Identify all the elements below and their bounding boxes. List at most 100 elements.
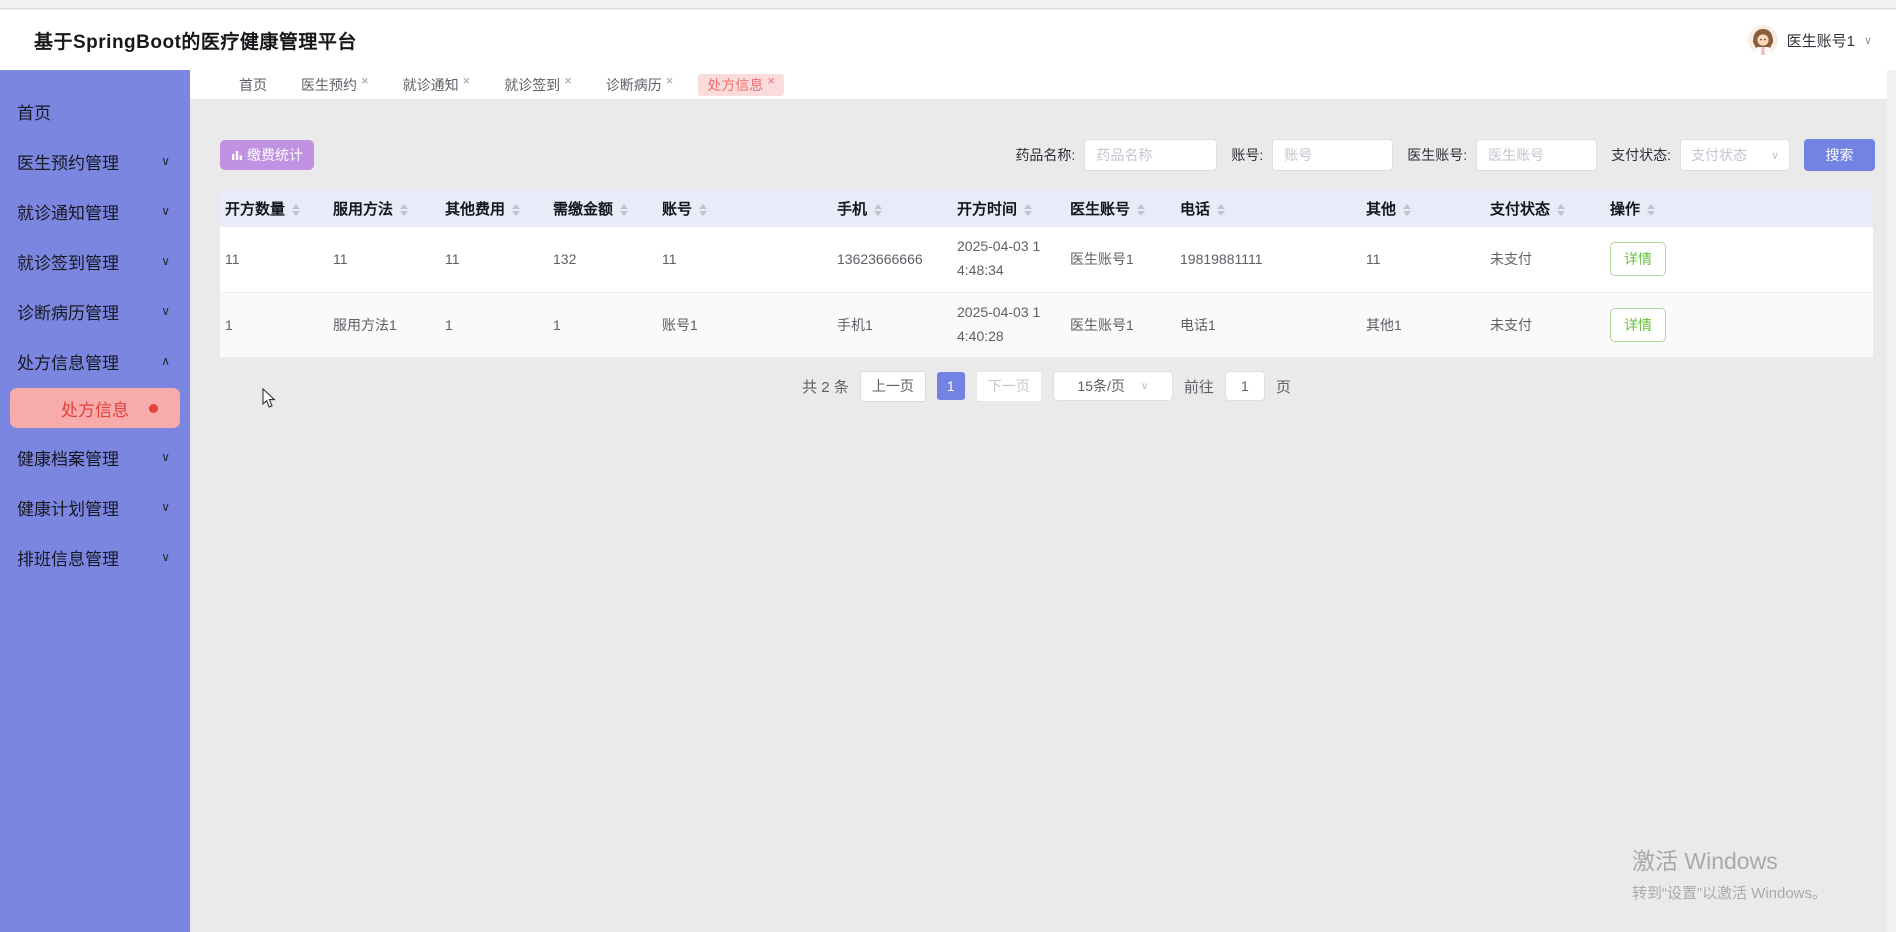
sidebar-item-label: 就诊签到管理 xyxy=(17,253,119,273)
column-header-1[interactable]: 服用方法 xyxy=(328,189,440,227)
sort-icons[interactable] xyxy=(1557,203,1566,216)
sidebar-subitem-active[interactable]: 处方信息 xyxy=(10,388,180,428)
column-header-9[interactable]: 其他 xyxy=(1361,189,1485,227)
prev-page-button[interactable]: 上一页 xyxy=(859,370,926,402)
filter-input-0[interactable] xyxy=(1084,139,1218,171)
sidebar-item-1[interactable]: 医生预约管理 ∨ xyxy=(0,136,190,186)
user-avatar-icon xyxy=(1747,25,1778,55)
tab-5[interactable]: 处方信息 × xyxy=(698,73,784,96)
tab-4[interactable]: 诊断病历 × xyxy=(597,74,683,96)
column-header-label: 电话 xyxy=(1180,200,1211,218)
sort-icons[interactable] xyxy=(620,203,629,216)
table-cell: 服用方法1 xyxy=(328,292,440,358)
sort-icons[interactable] xyxy=(400,203,409,216)
next-page-button[interactable]: 下一页 xyxy=(975,370,1042,402)
sidebar-item-0[interactable]: 首页 xyxy=(0,86,190,136)
column-header-label: 医生账号 xyxy=(1070,200,1131,218)
column-header-10[interactable]: 支付状态 xyxy=(1485,189,1605,227)
column-header-label: 其他费用 xyxy=(445,200,506,218)
payment-status-select[interactable]: 支付状态 ∨ xyxy=(1680,139,1790,171)
sort-icons[interactable] xyxy=(292,203,301,216)
sidebar-item-8[interactable]: 排班信息管理 ∨ xyxy=(0,532,190,582)
chevron-up-icon: ∧ xyxy=(161,354,170,368)
sort-icons[interactable] xyxy=(1647,203,1656,216)
tab-label: 首页 xyxy=(239,76,267,93)
goto-label: 前往 xyxy=(1183,378,1214,396)
filter-input-2[interactable] xyxy=(1476,139,1598,171)
table-cell: 11 xyxy=(1361,227,1485,293)
sidebar-item-3[interactable]: 就诊签到管理 ∨ xyxy=(0,236,190,286)
column-header-label: 开方时间 xyxy=(957,200,1018,218)
close-icon[interactable]: × xyxy=(463,74,471,87)
search-button[interactable]: 搜索 xyxy=(1804,139,1875,171)
chevron-down-icon: ∨ xyxy=(161,154,170,168)
close-icon[interactable]: × xyxy=(767,74,775,87)
column-header-8[interactable]: 电话 xyxy=(1175,189,1361,227)
table-row-0: 11 11 11 132 11 13623666666 2025-04-03 14:48:3… xyxy=(220,227,1873,293)
close-icon[interactable]: × xyxy=(564,74,572,87)
sidebar-item-6[interactable]: 健康档案管理 ∨ xyxy=(0,432,190,482)
sort-icons[interactable] xyxy=(874,203,883,216)
table-cell: 11 xyxy=(328,227,440,293)
sidebar-item-label: 诊断病历管理 xyxy=(17,303,119,323)
column-header-11[interactable]: 操作 xyxy=(1605,189,1873,227)
column-header-6[interactable]: 开方时间 xyxy=(952,189,1065,227)
sort-icons[interactable] xyxy=(1403,203,1412,216)
tab-3[interactable]: 就诊签到 × xyxy=(495,74,581,96)
tab-0[interactable]: 首页 xyxy=(230,74,276,96)
filter-group-1: 账号: xyxy=(1231,139,1394,171)
sort-icons[interactable] xyxy=(1137,203,1146,216)
close-icon[interactable]: × xyxy=(361,74,369,87)
column-header-0[interactable]: 开方数量 xyxy=(220,189,328,227)
select-placeholder: 支付状态 xyxy=(1691,147,1747,163)
filter-group-3: 支付状态: 支付状态 ∨ xyxy=(1611,139,1790,171)
filter-input-1[interactable] xyxy=(1272,139,1394,171)
table-cell: 手机1 xyxy=(832,292,952,358)
sidebar-item-5[interactable]: 处方信息管理 ∧ xyxy=(0,336,190,386)
chevron-down-icon: ∨ xyxy=(1863,34,1872,47)
detail-button[interactable]: 详情 xyxy=(1610,307,1666,342)
goto-page-input[interactable] xyxy=(1224,371,1265,401)
sort-icons[interactable] xyxy=(1217,203,1226,216)
windows-activation-watermark: 激活 Windows 转到“设置”以激活 Windows。 xyxy=(1632,842,1827,903)
tab-1[interactable]: 医生预约 × xyxy=(292,74,378,96)
tab-label: 就诊签到 xyxy=(504,76,561,93)
column-header-label: 支付状态 xyxy=(1490,200,1551,218)
sort-icons[interactable] xyxy=(699,203,708,216)
table-header-row: 开方数量 服用方法 其他费用 需缴金额 账号 手机 开方时间 医生账号 电话 其他 支付状态 操作 xyxy=(220,189,1873,227)
page-size-select[interactable]: 15条/页 ∨ xyxy=(1052,371,1173,401)
table-cell: 13623666666 xyxy=(832,227,952,293)
close-icon[interactable]: × xyxy=(666,74,674,87)
sidebar-item-label: 排班信息管理 xyxy=(17,549,119,569)
table-cell: 11 xyxy=(440,227,548,293)
user-menu[interactable]: 医生账号1 ∨ xyxy=(1747,25,1872,55)
scrollbar-track[interactable] xyxy=(1887,70,1896,932)
page-title: 基于SpringBoot的医疗健康管理平台 xyxy=(34,31,357,53)
toolbar: 缴费统计 药品名称: 账号: 医生账号: 支付状态: 支付状态 ∨ 搜索 xyxy=(220,139,1875,171)
sidebar-item-7[interactable]: 健康计划管理 ∨ xyxy=(0,482,190,532)
page-number-1[interactable]: 1 xyxy=(936,372,965,400)
filter-bar: 药品名称: 账号: 医生账号: 支付状态: 支付状态 ∨ 搜索 xyxy=(1015,139,1875,171)
fee-stats-button[interactable]: 缴费统计 xyxy=(220,140,314,170)
detail-button[interactable]: 详情 xyxy=(1610,242,1666,277)
pagination: 共 2 条 上一页 1 下一页 15条/页 ∨ 前往 页 xyxy=(220,370,1873,402)
active-dot xyxy=(149,403,158,413)
sidebar-item-label: 健康档案管理 xyxy=(17,449,119,469)
sidebar-item-4[interactable]: 诊断病历管理 ∨ xyxy=(0,286,190,336)
column-header-4[interactable]: 账号 xyxy=(657,189,832,227)
sidebar-item-label: 医生预约管理 xyxy=(17,153,119,173)
column-header-5[interactable]: 手机 xyxy=(832,189,952,227)
sidebar-item-2[interactable]: 就诊通知管理 ∨ xyxy=(0,186,190,236)
table-cell: 其他1 xyxy=(1361,292,1485,358)
chevron-down-icon: ∨ xyxy=(161,550,170,564)
column-header-7[interactable]: 医生账号 xyxy=(1065,189,1175,227)
table-cell: 医生账号1 xyxy=(1065,292,1175,358)
column-header-2[interactable]: 其他费用 xyxy=(440,189,548,227)
sort-icons[interactable] xyxy=(1024,203,1033,216)
table-cell: 未支付 xyxy=(1485,227,1605,293)
tab-2[interactable]: 就诊通知 × xyxy=(394,74,480,96)
sidebar-item-label: 健康计划管理 xyxy=(17,499,119,519)
chevron-down-icon: ∨ xyxy=(1140,380,1149,392)
sort-icons[interactable] xyxy=(512,203,521,216)
column-header-3[interactable]: 需缴金额 xyxy=(548,189,657,227)
